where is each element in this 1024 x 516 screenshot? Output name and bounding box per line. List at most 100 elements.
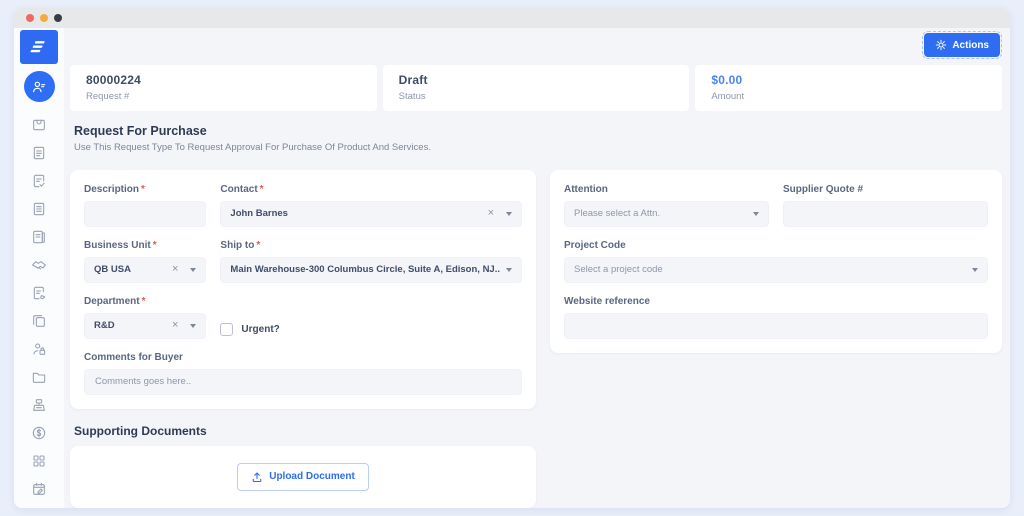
description-input[interactable] — [84, 201, 206, 227]
description-label: Description — [84, 184, 139, 195]
handshake-icon — [31, 257, 47, 273]
layers-logo-icon — [30, 39, 48, 55]
request-number-card: 80000224 Request # — [70, 65, 377, 111]
status-card: Draft Status — [383, 65, 690, 111]
supplier-quote-label: Supplier Quote # — [783, 184, 988, 195]
document-edit-icon — [31, 285, 47, 301]
chevron-down-icon[interactable] — [506, 268, 512, 272]
project-code-label: Project Code — [564, 240, 988, 251]
request-number-value: 80000224 — [86, 73, 361, 87]
calendar-edit-icon — [31, 481, 47, 497]
description-field: Description* — [84, 184, 206, 227]
project-code-select[interactable]: Select a project code — [564, 257, 988, 283]
sidebar-item-documents[interactable] — [31, 144, 48, 161]
supporting-documents-title: Supporting Documents — [74, 424, 1000, 438]
currency-globe-icon — [31, 425, 47, 441]
comments-label: Comments for Buyer — [84, 352, 522, 363]
required-asterisk: * — [141, 184, 145, 195]
business-unit-select[interactable]: QB USA × — [84, 257, 206, 283]
contact-value: John Barnes — [230, 208, 481, 219]
urgent-label: Urgent? — [241, 324, 279, 335]
upload-document-label: Upload Document — [269, 471, 355, 482]
page-subtitle: Use This Request Type To Request Approva… — [74, 142, 1000, 153]
ship-to-value: Main Warehouse-300 Columbus Circle, Suit… — [230, 264, 500, 275]
supplier-quote-field: Supplier Quote # — [783, 184, 988, 227]
sidebar-item-schedule[interactable] — [31, 480, 48, 497]
actions-button-label: Actions — [952, 40, 989, 51]
chevron-down-icon[interactable] — [190, 268, 196, 272]
attention-select[interactable]: Please select a Attn. — [564, 201, 769, 227]
sidebar-nav — [31, 116, 48, 497]
clear-icon[interactable]: × — [488, 208, 494, 219]
business-unit-label: Business Unit — [84, 240, 151, 251]
cash-register-icon — [31, 397, 47, 413]
sidebar-item-requests-active[interactable] — [24, 71, 55, 102]
website-reference-field: Website reference — [564, 296, 988, 339]
app-logo[interactable] — [20, 30, 58, 64]
ship-to-select[interactable]: Main Warehouse-300 Columbus Circle, Suit… — [220, 257, 522, 283]
sidebar-item-expenses[interactable] — [31, 396, 48, 413]
gear-icon — [935, 39, 947, 51]
chevron-down-icon[interactable] — [753, 212, 759, 216]
minimize-window-button[interactable] — [40, 14, 48, 22]
maximize-window-button[interactable] — [54, 14, 62, 22]
sidebar-item-approvals[interactable] — [31, 172, 48, 189]
chevron-down-icon[interactable] — [972, 268, 978, 272]
sidebar-item-invoices[interactable] — [31, 228, 48, 245]
sidebar-item-copies[interactable] — [31, 312, 48, 329]
window-titlebar — [14, 8, 1010, 28]
sidebar-item-files[interactable] — [31, 368, 48, 385]
invoice-book-icon — [31, 229, 47, 245]
actions-button[interactable]: Actions — [924, 33, 1000, 57]
sidebar-item-deals[interactable] — [31, 256, 48, 273]
upload-document-button[interactable]: Upload Document — [237, 463, 369, 491]
upload-icon — [251, 471, 263, 483]
contact-field: Contact* John Barnes × — [220, 184, 522, 227]
contact-label: Contact — [220, 184, 257, 195]
chevron-down-icon[interactable] — [506, 212, 512, 216]
apps-grid-icon — [31, 453, 47, 469]
sidebar-item-contracts[interactable] — [31, 284, 48, 301]
comments-field: Comments for Buyer — [84, 352, 522, 395]
copy-pages-icon — [31, 313, 47, 329]
business-unit-value: QB USA — [94, 264, 166, 275]
sidebar-item-orders[interactable] — [31, 116, 48, 133]
main-content: Actions 80000224 Request # Draft Status … — [64, 28, 1010, 508]
sidebar — [14, 28, 64, 508]
folder-icon — [31, 369, 47, 385]
person-list-icon — [31, 79, 47, 95]
business-unit-field: Business Unit* QB USA × — [84, 240, 206, 283]
project-code-field: Project Code Select a project code — [564, 240, 988, 283]
close-window-button[interactable] — [26, 14, 34, 22]
document-lines-icon — [31, 201, 47, 217]
supplier-form-card: Attention Please select a Attn. Supplier… — [550, 170, 1002, 353]
contact-select[interactable]: John Barnes × — [220, 201, 522, 227]
comments-input[interactable] — [84, 369, 522, 395]
chevron-down-icon[interactable] — [190, 324, 196, 328]
sidebar-item-requisitions[interactable] — [31, 200, 48, 217]
required-asterisk: * — [260, 184, 264, 195]
clear-icon[interactable]: × — [172, 320, 178, 331]
sidebar-item-apps[interactable] — [31, 452, 48, 469]
user-lock-icon — [31, 341, 47, 357]
website-reference-input[interactable] — [564, 313, 988, 339]
supplier-quote-input[interactable] — [783, 201, 988, 227]
required-asterisk: * — [153, 240, 157, 251]
required-asterisk: * — [256, 240, 260, 251]
ship-to-label: Ship to — [220, 240, 254, 251]
required-asterisk: * — [142, 296, 146, 307]
sidebar-item-currency[interactable] — [31, 424, 48, 441]
attention-field: Attention Please select a Attn. — [564, 184, 769, 227]
clear-icon[interactable]: × — [172, 264, 178, 275]
summary-cards: 80000224 Request # Draft Status $0.00 Am… — [70, 65, 1002, 111]
department-value: R&D — [94, 320, 166, 331]
department-select[interactable]: R&D × — [84, 313, 206, 339]
status-value: Draft — [399, 73, 674, 87]
urgent-checkbox[interactable] — [220, 323, 233, 336]
sidebar-item-vendor-access[interactable] — [31, 340, 48, 357]
urgent-field: Urgent? — [220, 296, 522, 339]
document-icon — [31, 145, 47, 161]
amount-card: $0.00 Amount — [695, 65, 1002, 111]
purchase-form-card: Description* Contact* John Barnes × Busi… — [70, 170, 536, 409]
app-window: Actions 80000224 Request # Draft Status … — [14, 8, 1010, 508]
